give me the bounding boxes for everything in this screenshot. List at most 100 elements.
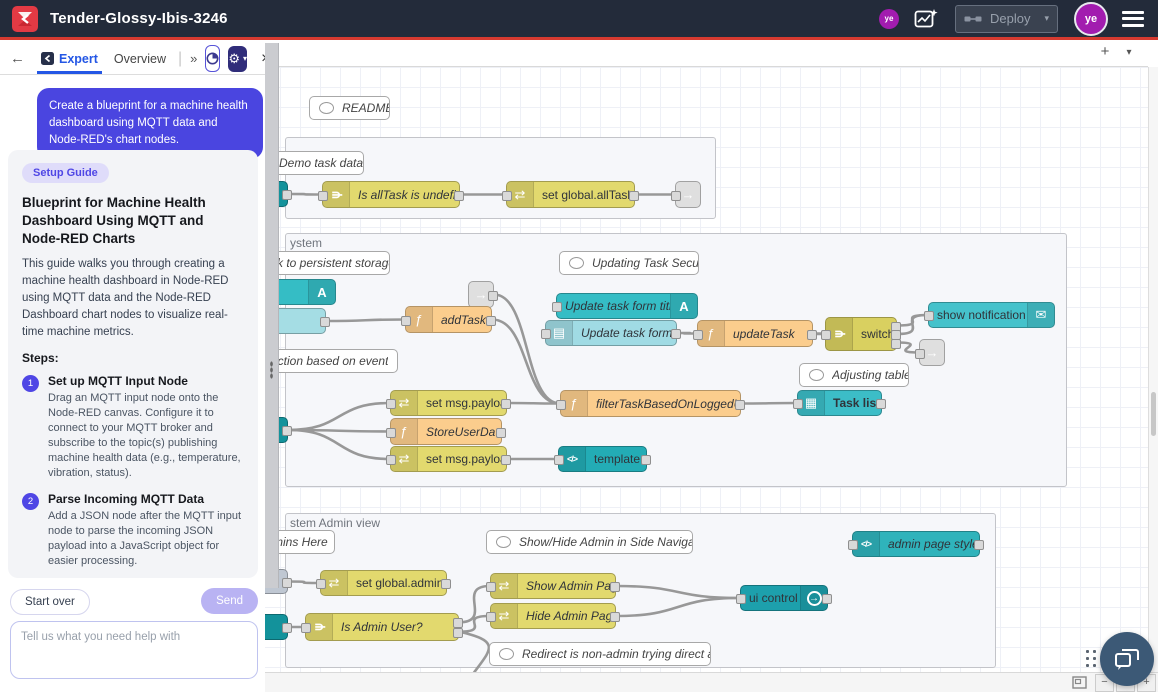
add-flow-button[interactable]: + bbox=[1094, 43, 1116, 60]
flow-node-adminstyle[interactable]: </>admin page style bbox=[852, 531, 980, 557]
flow-node-setadmins[interactable]: ⇄set global.admins bbox=[320, 570, 447, 596]
flow-node-updatetask[interactable]: ƒupdateTask bbox=[697, 320, 813, 347]
flow-node-isalltask[interactable]: ⋔Is allTask is undefined bbox=[322, 181, 460, 208]
output-port[interactable] bbox=[610, 612, 620, 622]
flow-node-updformtitle[interactable]: Update task form titleA bbox=[556, 293, 698, 319]
input-port[interactable] bbox=[821, 330, 831, 340]
flow-node-setalltask[interactable]: ⇄set global.allTask bbox=[506, 181, 635, 208]
chat-button[interactable] bbox=[1100, 632, 1154, 686]
input-port[interactable] bbox=[301, 623, 311, 633]
input-port[interactable] bbox=[924, 311, 934, 321]
output-port[interactable] bbox=[501, 399, 511, 409]
flow-node-tasklist[interactable]: ▦Task list bbox=[797, 390, 882, 416]
comment-node-c_adjust[interactable]: Adjusting table bbox=[799, 363, 909, 387]
vertical-scroll-thumb[interactable] bbox=[1151, 392, 1156, 436]
help-input[interactable] bbox=[10, 621, 258, 679]
input-port[interactable] bbox=[915, 349, 925, 359]
output-port[interactable] bbox=[282, 426, 292, 436]
flow-node-linkout1[interactable]: → bbox=[675, 181, 701, 208]
drag-handle-dots[interactable] bbox=[1084, 648, 1098, 668]
input-port[interactable] bbox=[541, 329, 551, 339]
input-port[interactable] bbox=[401, 316, 411, 326]
divider-grip[interactable] bbox=[270, 361, 273, 379]
flow-node-isadmin[interactable]: ⋔Is Admin User? bbox=[305, 613, 459, 641]
input-port[interactable] bbox=[671, 191, 681, 201]
flow-node-uicontrol[interactable]: ui control→ bbox=[740, 585, 828, 611]
output-port[interactable] bbox=[320, 317, 330, 327]
comment-node-c_updating[interactable]: Updating Task Securely bbox=[559, 251, 699, 275]
output-port[interactable] bbox=[671, 329, 681, 339]
main-menu-icon[interactable] bbox=[1122, 11, 1144, 27]
usage-pie-button[interactable] bbox=[205, 45, 220, 72]
output-port[interactable] bbox=[453, 618, 463, 628]
flow-node-hideadmin[interactable]: ⇄Hide Admin Page bbox=[490, 603, 616, 629]
flow-node-showadmin[interactable]: ⇄Show Admin Page bbox=[490, 573, 616, 599]
output-port[interactable] bbox=[891, 339, 901, 349]
input-port[interactable] bbox=[316, 579, 326, 589]
flow-list-button[interactable]: ▾ bbox=[1118, 47, 1140, 58]
flow-node-linkout2[interactable]: → bbox=[919, 339, 945, 366]
flow-node-switchnode[interactable]: ⋔switch bbox=[825, 317, 897, 351]
comment-node-readme[interactable]: README bbox=[309, 96, 390, 120]
input-port[interactable] bbox=[486, 582, 496, 592]
assistant-response-card[interactable]: Setup Guide Blueprint for Machine Health… bbox=[8, 150, 258, 578]
input-port[interactable] bbox=[552, 302, 562, 312]
output-port[interactable] bbox=[610, 582, 620, 592]
input-port[interactable] bbox=[386, 399, 396, 409]
back-icon[interactable]: ← bbox=[6, 50, 29, 67]
flowfuse-logo[interactable] bbox=[12, 6, 38, 32]
output-port[interactable] bbox=[488, 291, 498, 301]
output-port[interactable] bbox=[822, 594, 832, 604]
output-port[interactable] bbox=[735, 400, 745, 410]
input-port[interactable] bbox=[486, 612, 496, 622]
mini-avatar[interactable]: ye bbox=[879, 9, 899, 29]
flow-node-addtask[interactable]: ƒaddTask bbox=[405, 306, 492, 333]
input-port[interactable] bbox=[386, 428, 396, 438]
flow-node-setpayload2[interactable]: ⇄set msg.payload bbox=[390, 446, 507, 472]
input-port[interactable] bbox=[793, 399, 803, 409]
output-port[interactable] bbox=[453, 628, 463, 638]
assistant-icon[interactable] bbox=[913, 6, 939, 32]
output-port[interactable] bbox=[807, 330, 817, 340]
output-port[interactable] bbox=[641, 455, 651, 465]
output-port[interactable] bbox=[501, 455, 511, 465]
input-port[interactable] bbox=[736, 594, 746, 604]
flow-node-filter[interactable]: ƒfilterTaskBasedOnLoggedUser bbox=[560, 390, 741, 417]
output-port[interactable] bbox=[282, 190, 292, 200]
input-port[interactable] bbox=[554, 455, 564, 465]
flow-node-storeuser[interactable]: ƒStoreUserData bbox=[390, 418, 502, 445]
tab-overflow-icon[interactable]: » bbox=[190, 51, 197, 66]
panel-resize-divider[interactable] bbox=[265, 43, 279, 588]
flow-node-linkmid[interactable]: → bbox=[468, 281, 494, 308]
output-port[interactable] bbox=[974, 540, 984, 550]
input-port[interactable] bbox=[386, 455, 396, 465]
output-port[interactable] bbox=[496, 428, 506, 438]
input-port[interactable] bbox=[502, 191, 512, 201]
output-port[interactable] bbox=[876, 399, 886, 409]
output-port[interactable] bbox=[282, 578, 292, 588]
output-port[interactable] bbox=[629, 191, 639, 201]
start-over-button[interactable]: Start over bbox=[10, 589, 90, 615]
comment-node-c_redirect[interactable]: Redirect is non-admin trying direct acce… bbox=[489, 642, 711, 666]
tab-overview[interactable]: Overview bbox=[110, 43, 170, 74]
flow-node-template[interactable]: </>template bbox=[558, 446, 647, 472]
comment-node-c_showhide[interactable]: Show/Hide Admin in Side Navigation bbox=[486, 530, 693, 554]
settings-button[interactable]: ⚙ ▾ bbox=[228, 46, 247, 72]
output-port[interactable] bbox=[454, 191, 464, 201]
output-port[interactable] bbox=[486, 316, 496, 326]
flow-node-setpayload1[interactable]: ⇄set msg.payload bbox=[390, 390, 507, 416]
deploy-button[interactable]: Deploy ▾ bbox=[955, 5, 1058, 33]
user-avatar[interactable]: ye bbox=[1074, 2, 1108, 36]
send-button[interactable]: Send bbox=[201, 588, 258, 614]
vertical-scrollbar[interactable] bbox=[1148, 67, 1158, 672]
navigator-icon[interactable] bbox=[1072, 676, 1087, 689]
input-port[interactable] bbox=[556, 400, 566, 410]
flow-node-updform[interactable]: ▤Update task form bbox=[545, 320, 677, 346]
flow-node-notif[interactable]: show notification✉ bbox=[928, 302, 1055, 328]
input-port[interactable] bbox=[693, 330, 703, 340]
tab-expert[interactable]: Expert bbox=[37, 43, 102, 74]
output-port[interactable] bbox=[282, 623, 292, 633]
deploy-caret-icon[interactable]: ▾ bbox=[1044, 13, 1049, 24]
output-port[interactable] bbox=[441, 579, 451, 589]
input-port[interactable] bbox=[318, 191, 328, 201]
